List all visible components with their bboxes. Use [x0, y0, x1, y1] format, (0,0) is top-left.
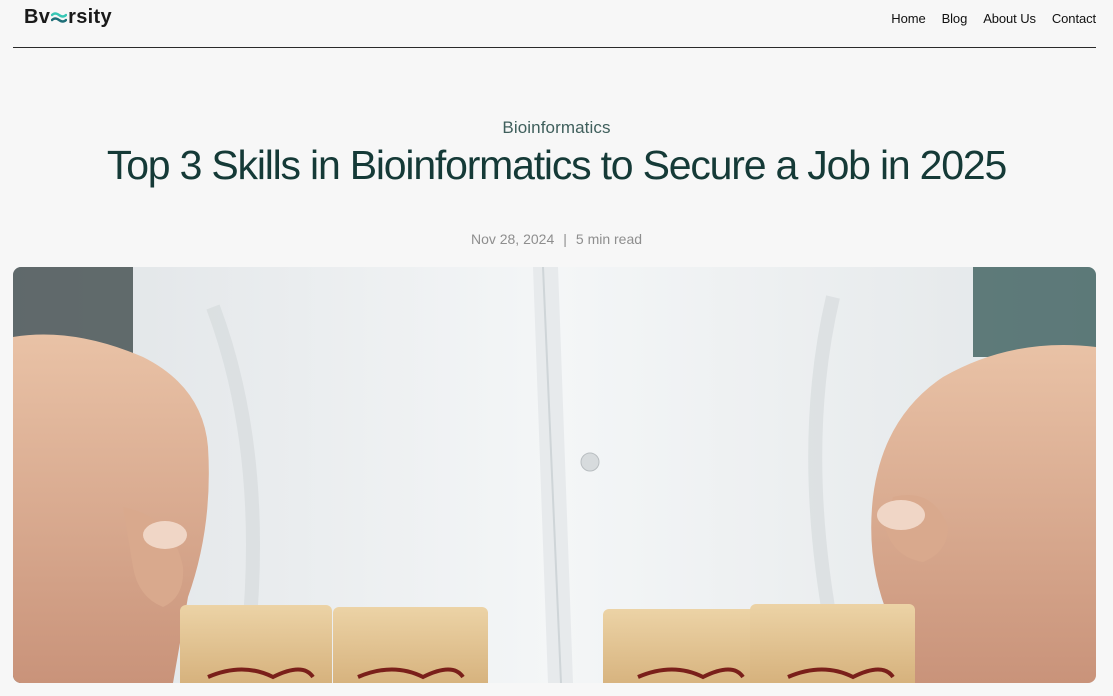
- wave-logo-icon: [51, 11, 68, 23]
- article-category[interactable]: Bioinformatics: [0, 118, 1113, 138]
- nav-about-us[interactable]: About Us: [983, 11, 1036, 26]
- site-header: Bv rsity Home Blog About Us Contact: [13, 0, 1096, 48]
- article-title: Top 3 Skills in Bioinformatics to Secure…: [106, 142, 1007, 188]
- nav-blog[interactable]: Blog: [942, 11, 968, 26]
- meta-separator: |: [563, 231, 567, 247]
- publish-date: Nov 28, 2024: [470, 231, 555, 247]
- logo-text-suffix: rsity: [68, 6, 112, 28]
- main-nav: Home Blog About Us Contact: [875, 11, 1096, 26]
- nav-contact[interactable]: Contact: [1052, 11, 1096, 26]
- hero-illustration: [13, 267, 1096, 683]
- hero-image: [13, 267, 1096, 683]
- article-meta: Nov 28, 2024 | 5 min read: [0, 231, 1113, 247]
- read-time: 5 min read: [575, 231, 643, 247]
- site-logo[interactable]: Bv rsity: [24, 6, 112, 29]
- logo-text-prefix: Bv: [24, 6, 51, 28]
- blog-article-page: Bv rsity Home Blog About Us Contact Bioi…: [0, 0, 1113, 696]
- nav-home[interactable]: Home: [891, 11, 925, 26]
